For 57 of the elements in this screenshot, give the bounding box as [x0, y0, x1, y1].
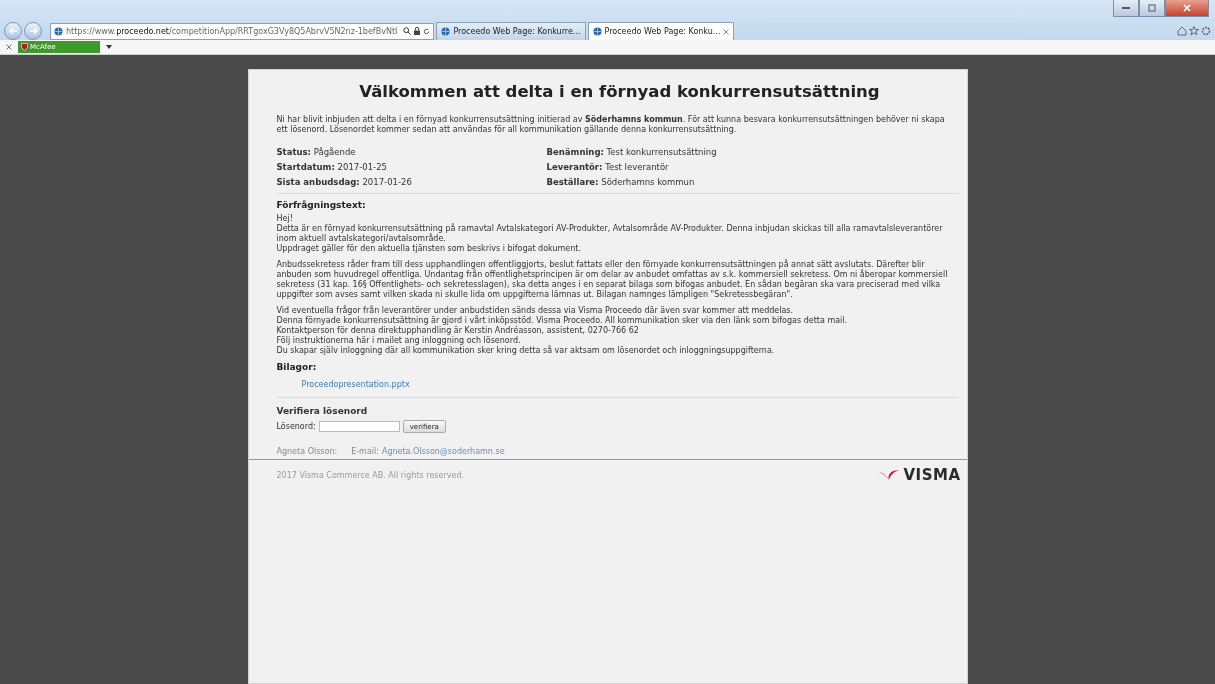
- password-label: Lösenord:: [276, 422, 316, 431]
- star-icon[interactable]: [1189, 26, 1199, 36]
- detail-field: Sista anbudsdag: 2017-01-26: [276, 177, 547, 187]
- restore-icon: [1148, 4, 1156, 12]
- inquiry-text: Uppdraget gäller för den aktuella tjänsten som beskrivs i bifogat dokument.: [276, 244, 582, 254]
- settings-icon[interactable]: [1201, 26, 1211, 36]
- inquiry-text: Du skapar själv inloggning där all kommunikation sker kring detta så var aktsam om lösenordet och inloggningsuppgifterna.: [276, 346, 776, 356]
- logo-mark-icon: [878, 469, 901, 481]
- detail-field: Status: Pågående: [276, 147, 547, 157]
- restore-button[interactable]: [1139, 0, 1165, 17]
- caret-icon[interactable]: [106, 45, 112, 49]
- password-field[interactable]: [318, 421, 400, 432]
- inquiry-text: Hej!: [276, 214, 294, 224]
- home-icon[interactable]: [1177, 26, 1187, 36]
- shield-icon: [21, 43, 28, 51]
- minimize-icon: [1122, 6, 1130, 10]
- close-icon: [1183, 4, 1191, 12]
- section-heading: Förfrågningstext:: [276, 200, 367, 210]
- lock-icon: [414, 27, 421, 35]
- back-button[interactable]: [4, 22, 22, 40]
- globe-icon: [441, 27, 451, 36]
- browser-tab[interactable]: Proceedo Web Page: Konkurre...: [436, 22, 586, 40]
- detail-field: Benämning: Test konkurrensutsättning: [546, 147, 963, 157]
- inquiry-text: Kontaktperson för denna direktupphandling är Kerstin Andréasson, assistent, 0270-766 62: [276, 326, 640, 336]
- page-title: Välkommen att delta i en förnyad konkurrensutsättning: [358, 82, 881, 101]
- url-text: https://www.proceedo.net/competitionApp/RRTgoxG3Vy8Q5AbrvV5N2nz-1befBvNtI: [66, 26, 398, 36]
- detail-field: Leverantör: Test leverantör: [546, 162, 963, 172]
- contact-name: Agneta Olsson:: [276, 447, 338, 456]
- browser-tab[interactable]: Proceedo Web Page: Konku...: [587, 22, 735, 40]
- inquiry-text: Följ instruktionerna här i mailet ang inloggning och lösenord.: [276, 336, 522, 346]
- tab-title: Proceedo Web Page: Konku...: [604, 27, 721, 36]
- detail-field: Beställare: Söderhamns kommun: [546, 177, 963, 187]
- close-icon[interactable]: [723, 28, 730, 35]
- verify-heading: Verifiera lösenord: [276, 406, 369, 416]
- logo-text: VISMA: [903, 466, 961, 484]
- attachment-link[interactable]: Proceedopresentation.pptx: [301, 380, 410, 389]
- tab-title: Proceedo Web Page: Konkurre...: [453, 27, 581, 36]
- inquiry-text: Anbudssekretess råder fram till dess upphandlingen offentliggjorts, beslut fattats eller den förnyade konkurrensutsättningen på annat sätt avslutats. Därefter blir anbuden som huvudregel offentliga. Undantag från offentlighetsprincipen är om delar av anbudet omfattas av s.k. kommersiell sekretess. Om ni åberopar kommersiell sekretess (31 kap. 16§ Offentlighets- och sekretesslagen), ska detta anges i en separat bilaga som bifogas anbudet. En sådan begäran ska vara preciserad med vilka uppgifter som avses samt vilken skada ni skulle lida om uppgifterna lämnas ut. Bilagan namnges lämpligen "Sekretessbegäran".: [276, 260, 949, 300]
- forward-button[interactable]: [24, 22, 42, 40]
- intro-text: Ni har blivit inbjuden att delta i en förnyad konkurrensutsättning initierad av Söderhamns kommun. För att kunna besvara konkurrensutsättningen behöver ni skapa ett lösenord. Lösenordet kommer sedan att användas för all kommunikation gällande denna konkurrensutsättning.: [276, 115, 946, 135]
- email-label: E-mail:: [351, 447, 379, 456]
- close-icon[interactable]: [6, 44, 12, 50]
- globe-icon: [592, 27, 602, 36]
- search-icon: [403, 27, 412, 35]
- inquiry-text: Denna förnyade konkurrensutsättning är gjord i vårt inköpsstöd. Visma Proceedo. All kommunikation sker via den länk som bifogas detta mail.: [276, 316, 849, 326]
- back-arrow-icon: [8, 27, 18, 35]
- inquiry-text: Detta är en förnyad konkurrensutsättning på ramavtal Avtalskategori AV-Produkter, Avtalsområde AV-Produkter. Denna inbjudan skickas till alla ramavtalsleverantörer inom aktuell avtalskategori/avtalsområde.: [276, 224, 944, 244]
- minimize-button[interactable]: [1113, 0, 1139, 17]
- close-button[interactable]: [1165, 0, 1209, 17]
- copyright-text: 2017 Visma Commerce AB. All rights reserved.: [276, 470, 464, 480]
- forward-arrow-icon: [28, 27, 38, 35]
- globe-icon: [54, 26, 63, 36]
- section-heading: Bilagor:: [276, 362, 318, 372]
- refresh-icon: [423, 27, 431, 35]
- inquiry-text: Vid eventuella frågor från leverantörer under anbudstiden sänds dessa via Visma Proceedo där även svar kommer att meddelas.: [276, 306, 795, 315]
- address-bar[interactable]: https://www.proceedo.net/competitionApp/RRTgoxG3Vy8Q5AbrvV5N2nz-1befBvNtI: [50, 22, 435, 40]
- detail-field: Startdatum: 2017-01-25: [276, 162, 547, 172]
